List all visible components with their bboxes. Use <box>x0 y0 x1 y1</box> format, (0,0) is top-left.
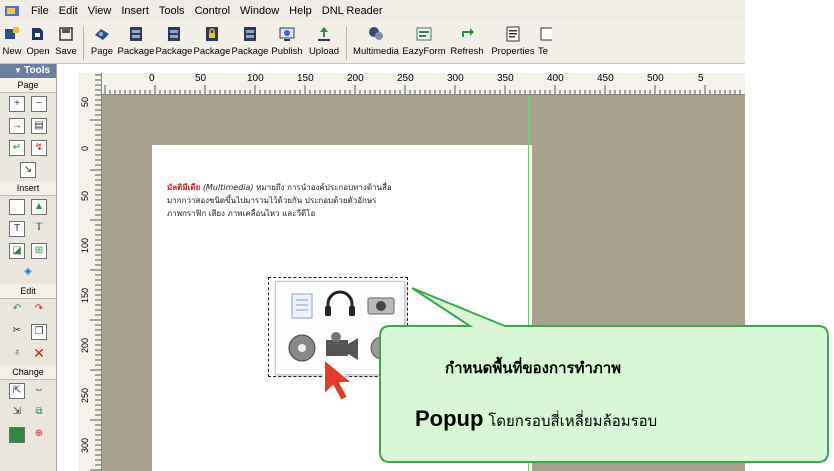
callout-text-line-2-rest: โดยกรอบสี่เหลี่ยมล้อมรอบ <box>483 412 658 430</box>
callout-text-line-2: Popup โดยกรอบสี่เหลี่ยมล้อมรอบ <box>415 406 834 433</box>
callout-text-line-1: กำหนดพื้นที่ของการทำภาพ <box>445 359 622 377</box>
callout-bubble <box>379 287 829 463</box>
app-window: File Edit View Insert Tools Control Wind… <box>0 0 834 471</box>
callout-popup-word: Popup <box>415 406 484 431</box>
